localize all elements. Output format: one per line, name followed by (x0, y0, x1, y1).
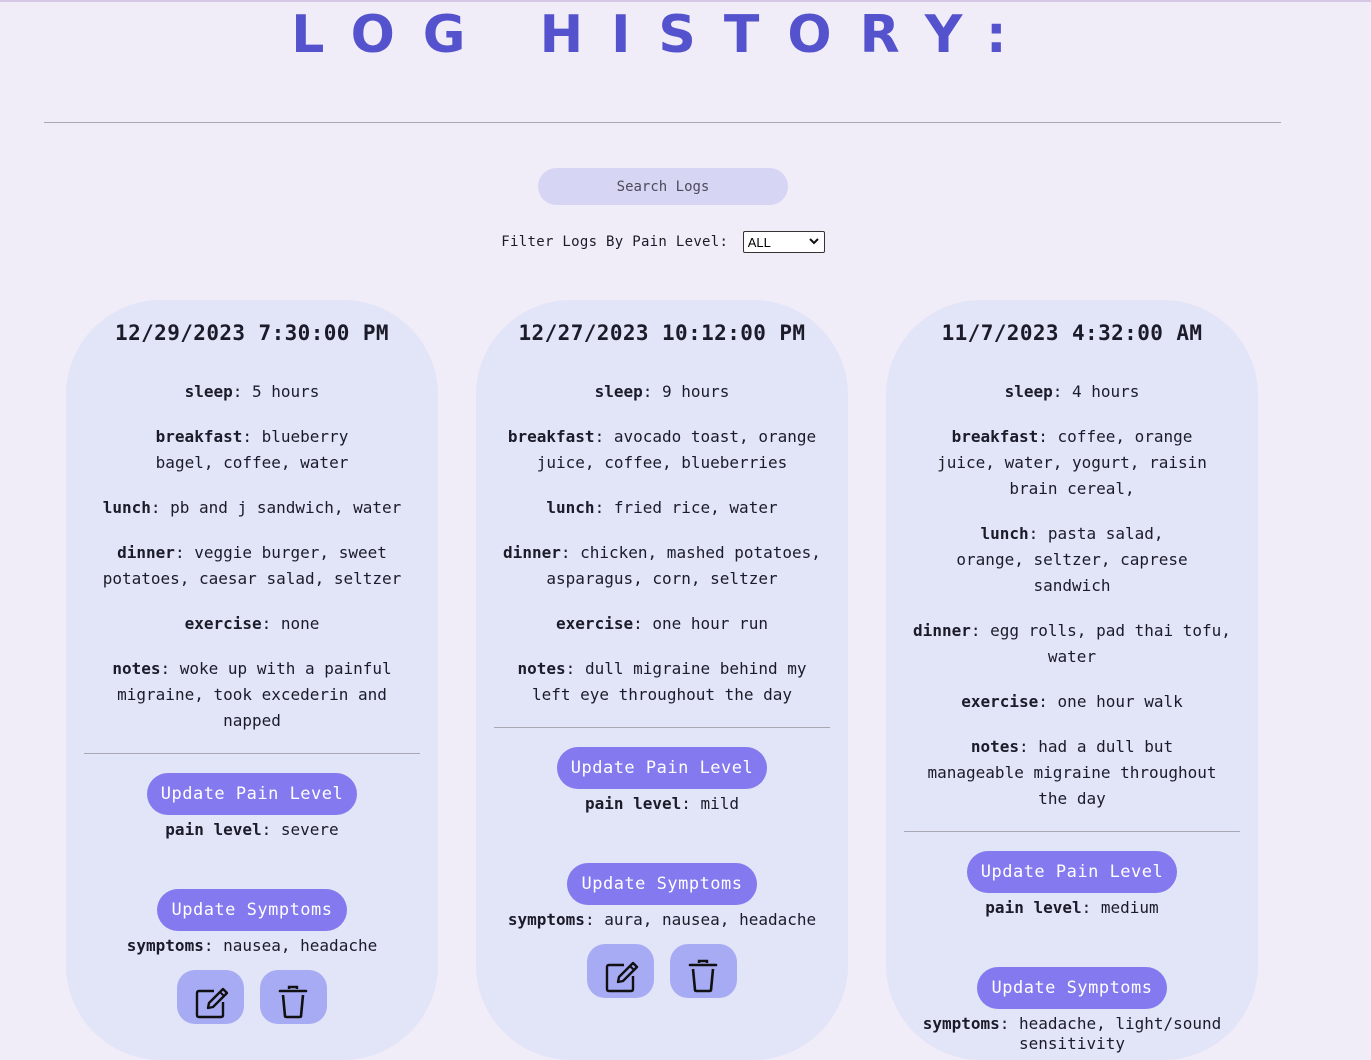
card-actions (494, 944, 830, 998)
breakfast-label: breakfast (507, 427, 595, 446)
pain-level-label: pain level (985, 898, 1082, 917)
notes-entry: notes: had a dull but manageable migrain… (927, 737, 1217, 808)
sleep-label: sleep (1004, 382, 1053, 401)
trash-icon (689, 959, 718, 993)
card-divider (84, 753, 420, 754)
sleep-entry: sleep: 5 hours (184, 382, 320, 401)
pain-level-status: pain level: mild (584, 794, 740, 813)
log-date: 11/7/2023 4:32:00 AM (941, 321, 1203, 345)
filter-label: Filter Logs By Pain Level: (501, 234, 729, 250)
trash-icon (279, 985, 308, 1019)
edit-icon (605, 961, 638, 993)
log-date: 12/29/2023 7:30:00 PM (115, 321, 389, 345)
filter-select-wrapper: ALL (737, 231, 825, 253)
dinner-value: egg rolls, pad thai tofu, water (990, 621, 1231, 666)
sleep-entry: sleep: 9 hours (594, 382, 730, 401)
dinner-label: dinner (117, 543, 175, 562)
breakfast-entry: breakfast: avocado toast, orange juice, … (507, 427, 817, 472)
pain-level-label: pain level (584, 794, 682, 813)
exercise-value: one hour run (652, 614, 768, 633)
exercise-label: exercise (961, 692, 1039, 711)
update-symptoms-button[interactable]: Update Symptoms (977, 967, 1167, 1009)
header-divider (44, 122, 1281, 123)
breakfast-label: breakfast (155, 427, 243, 446)
edit-log-button[interactable] (177, 970, 245, 1024)
update-symptoms-button[interactable]: Update Symptoms (157, 889, 347, 931)
filter-row: Filter Logs By Pain Level: ALL (0, 231, 1326, 253)
notes-label: notes (112, 659, 161, 678)
lunch-entry: lunch: pasta salad, orange, seltzer, cap… (956, 524, 1188, 595)
symptoms-value: nausea, headache (223, 936, 378, 955)
top-border (0, 0, 1371, 2)
dinner-label: dinner (503, 543, 561, 562)
log-card: 12/29/2023 7:30:00 PM sleep: 5 hours bre… (66, 300, 438, 1060)
notes-label: notes (970, 737, 1020, 756)
dinner-entry: dinner: egg rolls, pad thai tofu, water (913, 621, 1231, 666)
log-card: 11/7/2023 4:32:00 AM sleep: 4 hours brea… (886, 300, 1258, 1060)
update-pain-level-button[interactable]: Update Pain Level (966, 851, 1178, 893)
lunch-entry: lunch: pb and j sandwich, water (102, 498, 402, 517)
exercise-value: one hour walk (1057, 692, 1183, 711)
lunch-label: lunch (980, 524, 1029, 543)
symptoms-status: symptoms: headache, light/sound sensitiv… (922, 1014, 1222, 1053)
lunch-value: pb and j sandwich, water (170, 498, 402, 517)
lunch-entry: lunch: fried rice, water (546, 498, 778, 517)
edit-icon (195, 987, 228, 1019)
pain-level-filter-select[interactable]: ALL (742, 231, 825, 253)
symptoms-value: headache, light/sound sensitivity (1019, 1014, 1222, 1053)
search-input[interactable] (538, 168, 788, 205)
notes-entry: notes: dull migraine behind my left eye … (517, 659, 807, 704)
pain-level-value: medium (1100, 898, 1159, 917)
exercise-entry: exercise: one hour run (556, 614, 768, 633)
exercise-label: exercise (556, 614, 634, 633)
dinner-label: dinner (913, 621, 971, 640)
exercise-entry: exercise: one hour walk (961, 692, 1183, 711)
sleep-value: 9 hours (662, 382, 730, 401)
notes-entry: notes: woke up with a painful migraine, … (112, 659, 392, 730)
pain-level-value: severe (280, 820, 339, 839)
notes-value: dull migraine behind my left eye through… (531, 659, 807, 704)
breakfast-entry: breakfast: coffee, orange juice, water, … (937, 427, 1207, 498)
dinner-value: chicken, mashed potatoes, asparagus, cor… (546, 543, 821, 588)
symptoms-status: symptoms: aura, nausea, headache (507, 910, 817, 929)
pain-level-status: pain level: medium (985, 898, 1159, 917)
breakfast-label: breakfast (951, 427, 1039, 446)
edit-log-button[interactable] (587, 944, 655, 998)
sleep-value: 4 hours (1072, 382, 1140, 401)
exercise-value: none (280, 614, 320, 633)
pain-level-value: mild (700, 794, 740, 813)
delete-log-button[interactable] (669, 944, 737, 998)
exercise-entry: exercise: none (184, 614, 320, 633)
dinner-entry: dinner: veggie burger, sweet potatoes, c… (102, 543, 402, 588)
sleep-label: sleep (594, 382, 643, 401)
card-actions (84, 970, 420, 1024)
lunch-label: lunch (102, 498, 151, 517)
lunch-value: fried rice, water (613, 498, 778, 517)
pain-level-status: pain level: severe (165, 820, 339, 839)
log-card: 12/27/2023 10:12:00 PM sleep: 9 hours br… (476, 300, 848, 1060)
lunch-label: lunch (546, 498, 595, 517)
update-symptoms-button[interactable]: Update Symptoms (567, 863, 757, 905)
symptoms-value: aura, nausea, headache (604, 910, 817, 929)
delete-log-button[interactable] (259, 970, 327, 1024)
symptoms-label: symptoms (126, 936, 204, 955)
page-title: LOG HISTORY: (291, 5, 1035, 65)
pain-level-label: pain level (165, 820, 262, 839)
sleep-value: 5 hours (252, 382, 320, 401)
update-pain-level-button[interactable]: Update Pain Level (146, 773, 358, 815)
update-pain-level-button[interactable]: Update Pain Level (556, 747, 768, 789)
exercise-label: exercise (184, 614, 262, 633)
breakfast-entry: breakfast: blueberry bagel, coffee, wate… (155, 427, 349, 472)
card-divider (494, 727, 830, 728)
sleep-label: sleep (184, 382, 233, 401)
symptoms-label: symptoms (507, 910, 585, 929)
log-date: 12/27/2023 10:12:00 PM (518, 321, 806, 345)
notes-label: notes (517, 659, 566, 678)
symptoms-status: symptoms: nausea, headache (126, 936, 378, 955)
dinner-entry: dinner: chicken, mashed potatoes, aspara… (503, 543, 821, 588)
card-divider (904, 831, 1240, 832)
sleep-entry: sleep: 4 hours (1004, 382, 1140, 401)
symptoms-label: symptoms (922, 1014, 1000, 1033)
